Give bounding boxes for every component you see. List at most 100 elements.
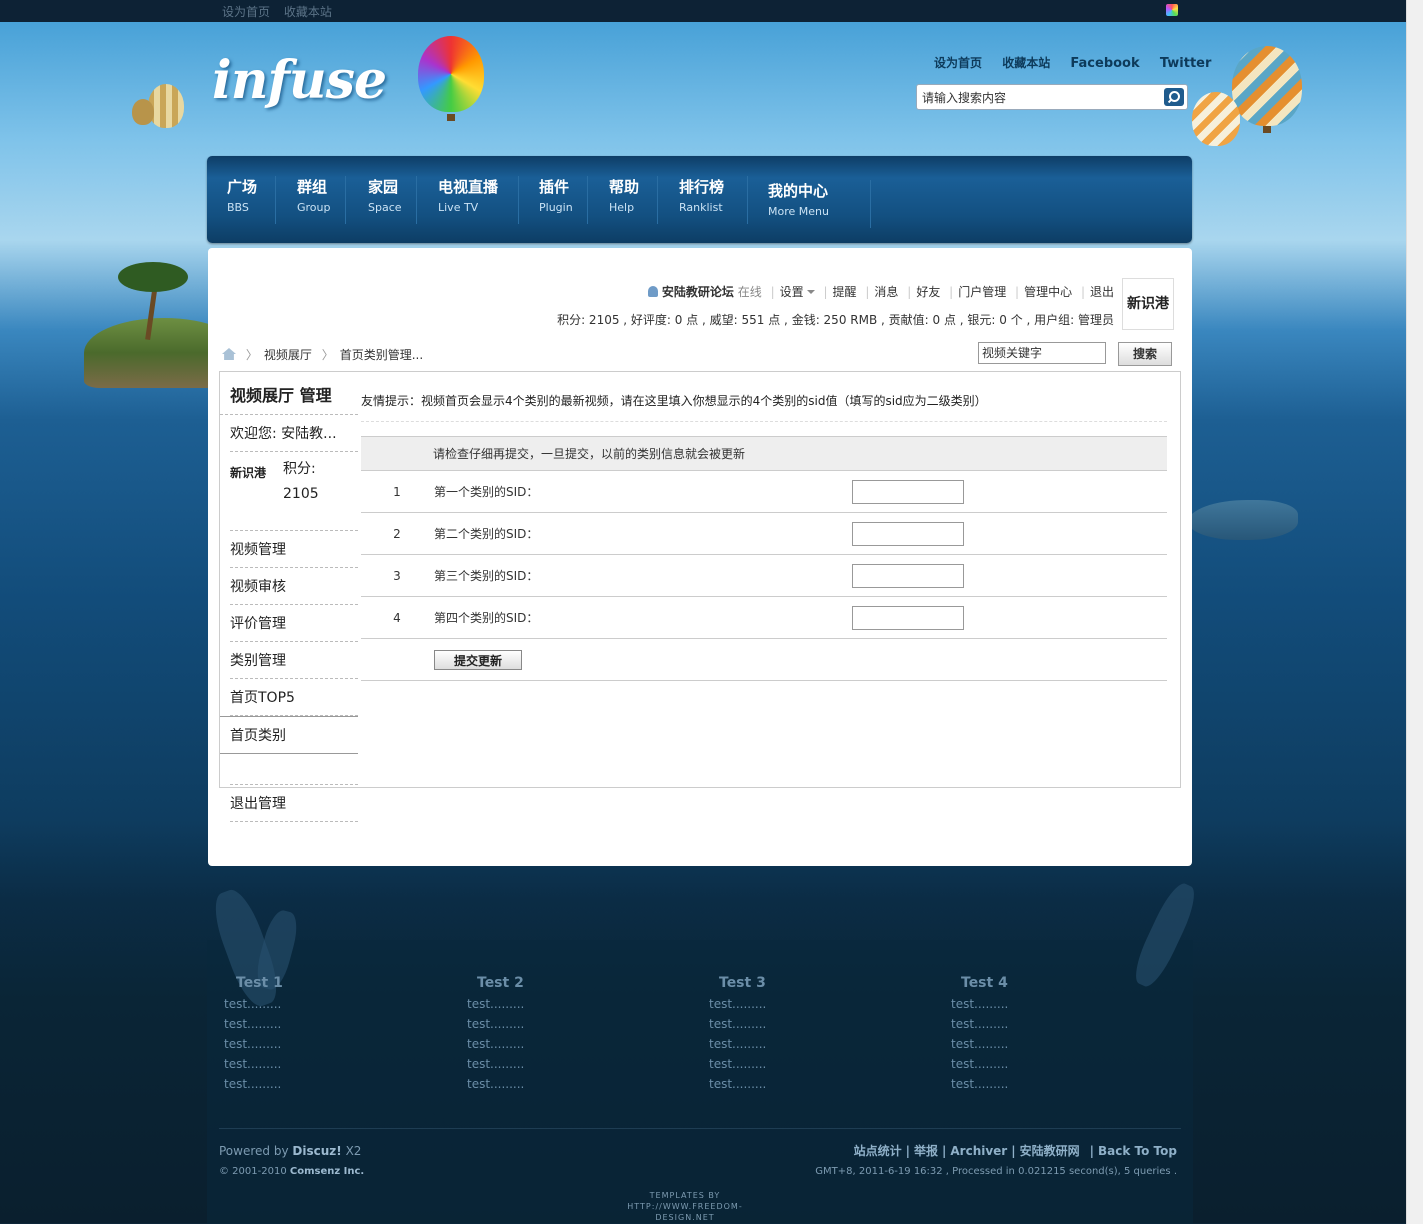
site-link[interactable]: 安陆教研网 (1020, 1144, 1080, 1158)
footer-link[interactable]: test......... (224, 1017, 283, 1031)
footer-link[interactable]: test......... (224, 1077, 283, 1091)
footer-column-title: Test 2 (477, 975, 524, 991)
credit-url[interactable]: HTTP://WWW.FREEDOM-DESIGN.NET (600, 1201, 770, 1223)
chevron-down-icon[interactable] (806, 290, 815, 294)
vertical-scrollbar[interactable] (1406, 0, 1423, 1224)
sid-input-2[interactable] (852, 521, 964, 546)
footer-link[interactable]: test......... (709, 1037, 766, 1051)
row-label: 第三个类别的SID： (433, 554, 851, 597)
archiver-link[interactable]: Archiver (950, 1144, 1007, 1158)
credit-line-1: TEMPLATES BY (649, 1191, 721, 1200)
footer-link[interactable]: test......... (709, 1017, 766, 1031)
footer-link[interactable]: test......... (224, 1057, 283, 1071)
username-link[interactable]: 安陆教研论坛 (662, 285, 734, 299)
nav-label-en: Group (297, 201, 331, 214)
table-row: 4 第四个类别的SID： (361, 596, 1167, 639)
twitter-link[interactable]: Twitter (1160, 56, 1212, 71)
footer-link[interactable]: test......... (951, 1077, 1008, 1091)
nav-item-live-tv[interactable]: 电视直播 Live TV (418, 176, 519, 224)
footer-link[interactable]: test......... (951, 1037, 1008, 1051)
header-set-home-link[interactable]: 设为首页 (934, 56, 982, 70)
user-bar: 安陆教研论坛 在线 | 设置 | 提醒 | 消息 | 好友 | 门户管理 | 管理中心 | 退… (647, 283, 1114, 300)
row-number: 3 (361, 554, 433, 597)
sidebar-item-logout[interactable]: 退出管理 (230, 785, 358, 822)
nav-item-bbs[interactable]: 广场 BBS (207, 176, 276, 224)
footer-link[interactable]: test......... (467, 1037, 524, 1051)
footer-link[interactable]: test......... (709, 997, 766, 1011)
avatar[interactable]: 新识港 (1122, 278, 1174, 330)
sidebar-title: 视频展厅 管理 (220, 372, 358, 415)
footer-link[interactable]: test......... (467, 1057, 524, 1071)
friends-link[interactable]: 好友 (916, 285, 940, 299)
footer-link[interactable]: test......... (467, 1077, 524, 1091)
stats-link[interactable]: 站点统计 (854, 1144, 902, 1158)
sidebar-item-home-categories[interactable]: 首页类别 (220, 716, 358, 754)
footer-column-title: Test 1 (236, 975, 283, 991)
table-row: 1 第一个类别的SID： (361, 470, 1167, 513)
portal-admin-link[interactable]: 门户管理 (958, 285, 1006, 299)
footer-link[interactable]: test......... (224, 997, 283, 1011)
main-panel: 安陆教研论坛 在线 | 设置 | 提醒 | 消息 | 好友 | 门户管理 | 管理中心 | 退… (208, 248, 1192, 866)
settings-link[interactable]: 设置 (780, 285, 804, 299)
discuz-link[interactable]: Discuz! (292, 1144, 341, 1158)
nav-item-my-center[interactable]: 我的中心 More Menu (748, 180, 871, 228)
sidebar-item-video-review[interactable]: 视频审核 (230, 568, 358, 605)
copyright-prefix: © 2001-2010 (219, 1166, 287, 1177)
logout-link[interactable]: 退出 (1090, 285, 1114, 299)
nav-item-help[interactable]: 帮助 Help (589, 176, 658, 224)
color-switch-icon[interactable] (1166, 4, 1178, 16)
sidebar-item-rating-manage[interactable]: 评价管理 (230, 605, 358, 642)
nav-item-ranklist[interactable]: 排行榜 Ranklist (659, 176, 748, 224)
sid-input-3[interactable] (852, 563, 964, 588)
template-credit: TEMPLATES BY HTTP://WWW.FREEDOM-DESIGN.N… (600, 1190, 770, 1223)
footer-link[interactable]: test......... (951, 997, 1008, 1011)
balloon-decoration (1232, 46, 1302, 126)
top-strip: 设为首页 收藏本站 (0, 0, 1406, 22)
sidebar-item-category-manage[interactable]: 类别管理 (230, 642, 358, 679)
sid-input-4[interactable] (852, 605, 964, 630)
reminder-link[interactable]: 提醒 (833, 285, 857, 299)
comsenz-link[interactable]: Comsenz Inc. (290, 1166, 364, 1177)
facebook-link[interactable]: Facebook (1070, 56, 1139, 71)
back-to-top-link[interactable]: Back To Top (1098, 1144, 1177, 1158)
main-nav: 广场 BBS 群组 Group 家园 Space 电视直播 Live TV 插件… (207, 156, 1192, 243)
footer-link[interactable]: test......... (951, 1017, 1008, 1031)
footer-column-1: Test 1 test......... test......... test.… (224, 975, 283, 1097)
messages-link[interactable]: 消息 (874, 285, 898, 299)
nav-item-plugin[interactable]: 插件 Plugin (519, 176, 588, 224)
report-link[interactable]: 举报 (914, 1144, 938, 1158)
site-logo[interactable]: infuse (212, 50, 387, 111)
site-search-input[interactable] (920, 88, 1160, 106)
submit-update-button[interactable]: 提交更新 (434, 649, 522, 670)
nav-item-group[interactable]: 群组 Group (277, 176, 346, 224)
video-search-input[interactable] (979, 343, 1103, 361)
search-icon[interactable] (1164, 88, 1184, 106)
sidebar-item-top5[interactable]: 首页TOP5 (230, 679, 358, 716)
nav-label-en: Help (609, 201, 635, 214)
balloon-basket (1263, 126, 1271, 133)
nav-label-en: BBS (227, 201, 249, 214)
bookmark-link[interactable]: 收藏本站 (284, 5, 332, 19)
footer-link[interactable]: test......... (467, 997, 524, 1011)
breadcrumb-video-hall[interactable]: 视频展厅 (264, 348, 312, 362)
powered-version: X2 (345, 1144, 362, 1158)
footer-link[interactable]: test......... (467, 1017, 524, 1031)
balloon-basket (447, 114, 455, 121)
sidebar-item-video-manage[interactable]: 视频管理 (230, 531, 358, 568)
video-search-button[interactable]: 搜索 (1118, 342, 1172, 366)
admin-center-link[interactable]: 管理中心 (1024, 285, 1072, 299)
nav-label-cn: 广场 (227, 178, 258, 196)
footer-link[interactable]: test......... (709, 1057, 766, 1071)
header-bookmark-link[interactable]: 收藏本站 (1002, 56, 1050, 70)
footer-link[interactable]: test......... (224, 1037, 283, 1051)
powered-prefix: Powered by (219, 1144, 289, 1158)
avatar[interactable]: 新识港 (230, 464, 278, 490)
shark-decoration (1188, 500, 1298, 540)
header-links: 设为首页 收藏本站 Facebook Twitter (934, 54, 1227, 71)
footer-link[interactable]: test......... (709, 1077, 766, 1091)
footer-link[interactable]: test......... (951, 1057, 1008, 1071)
sid-input-1[interactable] (852, 479, 964, 504)
set-home-link[interactable]: 设为首页 (222, 5, 270, 19)
nav-item-space[interactable]: 家园 Space (348, 176, 417, 224)
home-icon[interactable] (222, 348, 236, 360)
